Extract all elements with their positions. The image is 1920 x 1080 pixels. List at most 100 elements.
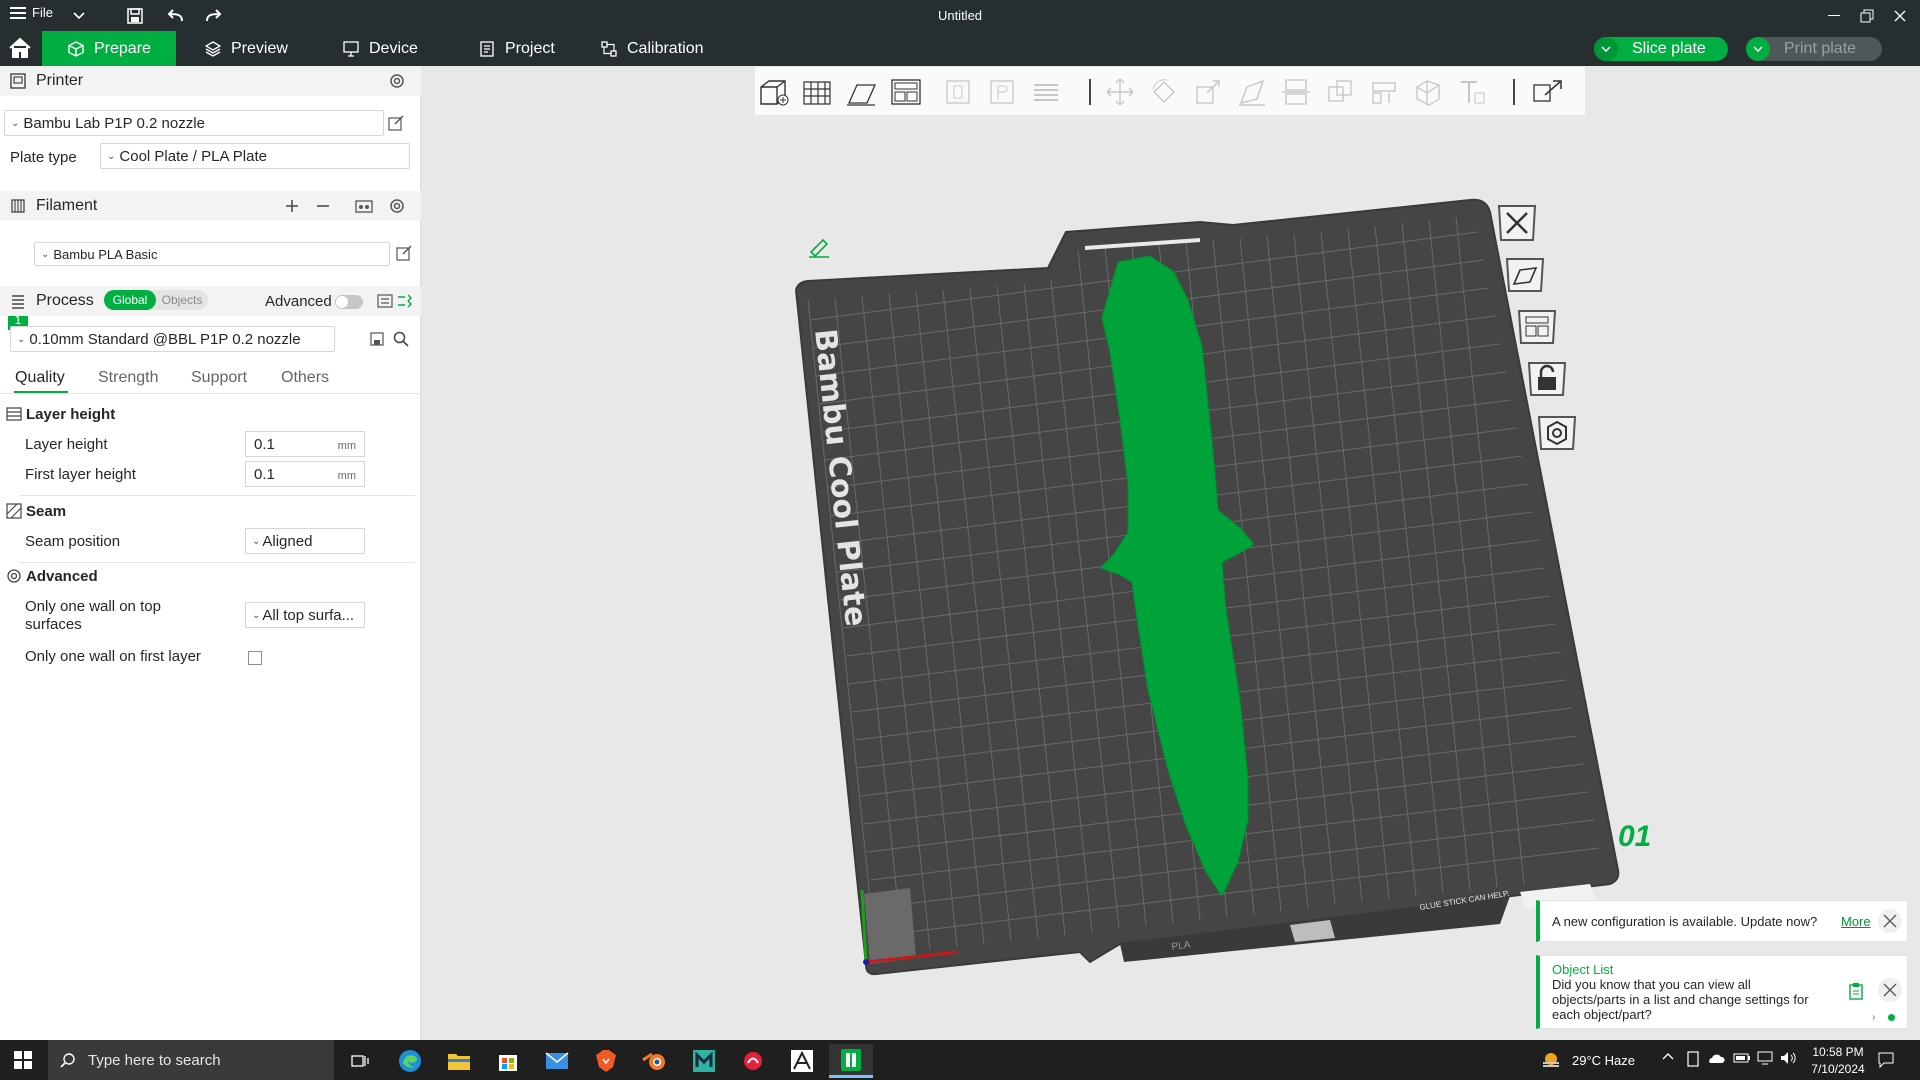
- support-painting-icon[interactable]: [1367, 76, 1401, 108]
- print-plate-button[interactable]: Print plate: [1746, 37, 1882, 61]
- blender-icon[interactable]: [633, 1044, 677, 1078]
- filament-select[interactable]: ⌄ Bambu PLA Basic: [34, 242, 390, 266]
- tab-project[interactable]: Project: [479, 31, 555, 66]
- file-explorer-icon[interactable]: [437, 1044, 481, 1078]
- one-wall-top-select[interactable]: ⌄ All top surfa...: [245, 602, 365, 628]
- tab-device[interactable]: Device: [343, 31, 418, 66]
- plus-icon[interactable]: [282, 196, 302, 216]
- tab-support[interactable]: Support: [191, 369, 247, 387]
- tab-preview[interactable]: Preview: [205, 31, 288, 66]
- compare-icon[interactable]: [394, 291, 414, 311]
- advanced-switch[interactable]: [335, 295, 363, 309]
- auto-orient-icon[interactable]: [845, 76, 879, 108]
- object-icon[interactable]: [941, 76, 975, 108]
- delete-plate-button[interactable]: [1494, 200, 1540, 246]
- close-icon: [1497, 205, 1537, 241]
- lay-on-face-icon[interactable]: [1235, 76, 1269, 108]
- task-view-icon[interactable]: [338, 1044, 382, 1078]
- close-window-icon[interactable]: [1888, 4, 1912, 28]
- weather-text[interactable]: 29°C Haze: [1572, 1053, 1635, 1068]
- chevron-right-icon[interactable]: ›: [1872, 1012, 1880, 1023]
- onedrive-icon[interactable]: [1707, 1051, 1725, 1065]
- build-plate[interactable]: GLUE STICK CAN HELP. PLA Bambu Cool Plat…: [760, 180, 1640, 980]
- process-preset-select[interactable]: ⌄ 0.10mm Standard @BBL P1P 0.2 nozzle: [10, 326, 335, 352]
- seam-position-select[interactable]: ⌄ Aligned: [245, 528, 365, 554]
- layer-height-input[interactable]: 0.1 mm: [245, 431, 365, 457]
- printer-select[interactable]: ⌄ Bambu Lab P1P 0.2 nozzle: [4, 110, 384, 136]
- seam-painting-icon[interactable]: [1411, 76, 1445, 108]
- tab-prepare[interactable]: Prepare: [42, 31, 176, 66]
- text-tool-icon[interactable]: [1455, 76, 1489, 108]
- battery-icon[interactable]: [1733, 1052, 1751, 1064]
- seam-position-label: Seam position: [25, 533, 121, 550]
- save-preset-icon[interactable]: [367, 329, 387, 349]
- advanced-label: Advanced: [265, 293, 332, 310]
- global-toggle-option[interactable]: Global: [104, 290, 156, 310]
- search-icon[interactable]: [391, 329, 411, 349]
- chevron-down-icon[interactable]: [1746, 37, 1770, 61]
- tab-quality[interactable]: Quality: [15, 369, 65, 387]
- bambu-studio-icon[interactable]: [829, 1044, 873, 1078]
- brave-icon[interactable]: [584, 1044, 628, 1078]
- boolean-icon[interactable]: [1323, 76, 1357, 108]
- global-objects-toggle[interactable]: Global Objects: [104, 290, 208, 310]
- edit-icon[interactable]: [386, 113, 406, 133]
- arrange-plate-button[interactable]: [1514, 304, 1560, 350]
- layers-icon: [205, 40, 221, 57]
- clock-time[interactable]: 10:58 PM: [1808, 1045, 1868, 1059]
- advanced-group-title: Advanced: [26, 568, 98, 585]
- gear-icon[interactable]: [387, 196, 407, 216]
- close-icon[interactable]: [1878, 909, 1902, 933]
- one-wall-first-layer-checkbox[interactable]: [248, 651, 262, 665]
- chevron-down-icon: ⌄: [17, 333, 26, 345]
- tab-calibration[interactable]: Calibration: [601, 31, 703, 66]
- volume-icon[interactable]: [1780, 1051, 1798, 1065]
- more-link[interactable]: More: [1841, 914, 1871, 929]
- mail-icon[interactable]: [535, 1044, 579, 1078]
- windows-start-icon[interactable]: [14, 1051, 32, 1069]
- edge-icon[interactable]: [388, 1044, 432, 1078]
- red-app-icon[interactable]: [731, 1044, 775, 1078]
- chevron-up-icon[interactable]: [1662, 1052, 1674, 1060]
- filament-sync-icon[interactable]: [354, 196, 374, 216]
- slice-plate-button[interactable]: Slice plate: [1594, 37, 1728, 61]
- tray-app-icon[interactable]: [1686, 1051, 1700, 1067]
- plate-type-select[interactable]: ⌄ Cool Plate / PLA Plate: [100, 143, 410, 169]
- clock-date[interactable]: 7/10/2024: [1808, 1062, 1868, 1076]
- cut-icon[interactable]: [1279, 76, 1313, 108]
- add-plate-icon[interactable]: [801, 76, 835, 108]
- list-icon[interactable]: [375, 291, 395, 311]
- zbrush-icon[interactable]: [780, 1044, 824, 1078]
- part-icon[interactable]: [985, 76, 1019, 108]
- gear-icon[interactable]: [387, 71, 407, 91]
- m-app-icon[interactable]: [682, 1044, 726, 1078]
- restore-icon[interactable]: [1855, 4, 1879, 28]
- first-layer-height-input[interactable]: 0.1 mm: [245, 461, 365, 487]
- arrange-icon[interactable]: [889, 76, 923, 108]
- layers-editing-icon[interactable]: [1029, 76, 1063, 108]
- chevron-down-icon[interactable]: [1594, 37, 1618, 61]
- edit-icon[interactable]: [394, 243, 414, 263]
- store-icon[interactable]: [486, 1044, 530, 1078]
- clipboard-icon[interactable]: [1848, 982, 1864, 1000]
- weather-icon[interactable]: [1540, 1048, 1562, 1070]
- taskbar-search[interactable]: Type here to search: [48, 1040, 334, 1080]
- minimize-icon[interactable]: [1822, 4, 1846, 28]
- split-to-objects-icon[interactable]: [1531, 76, 1565, 108]
- scale-icon[interactable]: [1191, 76, 1225, 108]
- network-icon[interactable]: [1757, 1051, 1775, 1065]
- tab-others[interactable]: Others: [281, 369, 329, 387]
- objects-toggle-option[interactable]: Objects: [156, 290, 208, 310]
- plate-settings-button[interactable]: [1534, 410, 1580, 456]
- home-icon[interactable]: [8, 37, 34, 61]
- auto-orient-plate-button[interactable]: [1502, 252, 1548, 298]
- rotate-icon[interactable]: [1147, 76, 1181, 108]
- notification-center-icon[interactable]: [1878, 1052, 1894, 1068]
- lock-plate-button[interactable]: [1524, 356, 1570, 402]
- tab-strength[interactable]: Strength: [98, 369, 158, 387]
- move-icon[interactable]: [1103, 76, 1137, 108]
- close-icon[interactable]: [1878, 978, 1902, 1002]
- minus-icon[interactable]: [313, 196, 333, 216]
- edit-plate-name-icon[interactable]: [806, 234, 832, 260]
- add-object-icon[interactable]: [757, 76, 791, 108]
